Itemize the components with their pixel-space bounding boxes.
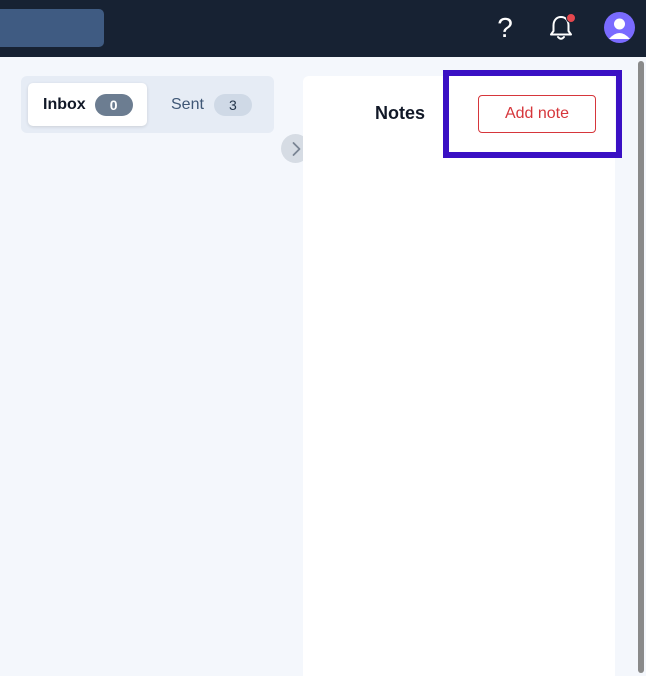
avatar-icon xyxy=(609,18,630,39)
tab-inbox-label: Inbox xyxy=(43,95,86,113)
mailbox-tabs: Inbox 0 Sent 3 xyxy=(21,76,274,133)
avatar[interactable] xyxy=(604,12,635,43)
sent-count-badge: 3 xyxy=(213,93,252,116)
scrollbar-thumb[interactable] xyxy=(638,61,644,673)
tab-inbox[interactable]: Inbox 0 xyxy=(28,83,147,126)
inbox-count-badge: 0 xyxy=(94,93,133,116)
add-note-button[interactable]: Add note xyxy=(478,95,596,133)
notification-dot xyxy=(566,13,576,23)
notes-panel xyxy=(303,76,615,676)
chevron-right-icon xyxy=(292,141,300,156)
notes-title: Notes xyxy=(375,103,426,123)
help-icon[interactable]: ? xyxy=(490,11,520,45)
top-bar: ? xyxy=(0,0,646,57)
scrollbar[interactable] xyxy=(637,57,646,673)
search-box[interactable] xyxy=(0,9,104,47)
tab-sent-label: Sent xyxy=(171,95,204,113)
tab-sent[interactable]: Sent 3 xyxy=(161,83,261,126)
